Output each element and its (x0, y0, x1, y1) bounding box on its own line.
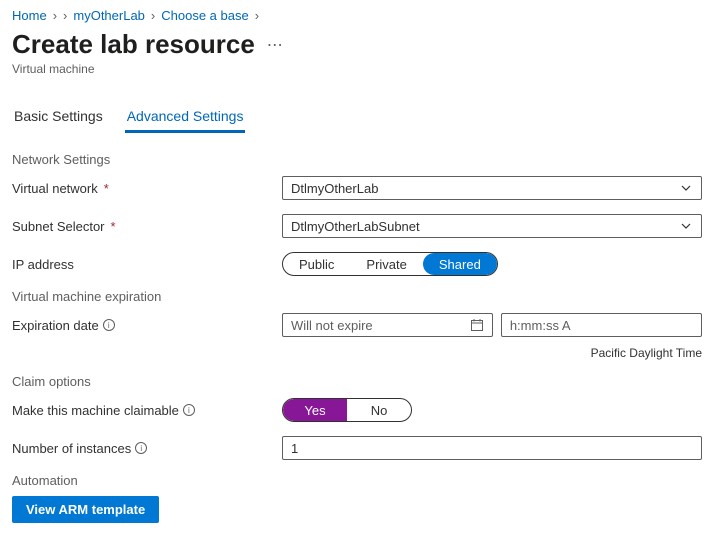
chevron-down-icon (679, 182, 693, 194)
subnet-selector-select[interactable]: DtlmyOtherLabSubnet (282, 214, 702, 238)
instances-label: Number of instances i (12, 441, 282, 456)
tab-advanced-settings[interactable]: Advanced Settings (125, 104, 246, 133)
expiration-date-select[interactable]: Will not expire (282, 313, 493, 337)
section-claim-options: Claim options (12, 374, 702, 389)
breadcrumb-home[interactable]: Home (12, 8, 47, 23)
claimable-no[interactable]: No (347, 399, 411, 421)
ip-address-toggle: Public Private Shared (282, 252, 498, 276)
chevron-right-icon: › (255, 8, 259, 23)
section-vm-expiration: Virtual machine expiration (12, 289, 702, 304)
claimable-yes[interactable]: Yes (283, 399, 347, 421)
ip-option-public[interactable]: Public (283, 253, 350, 275)
breadcrumb-lab[interactable]: myOtherLab (73, 8, 145, 23)
ip-option-private[interactable]: Private (350, 253, 422, 275)
page-title: Create lab resource (12, 29, 255, 60)
subnet-selector-label: Subnet Selector* (12, 219, 282, 234)
section-network-settings: Network Settings (12, 152, 702, 167)
timezone-note: Pacific Daylight Time (12, 346, 702, 360)
ip-option-shared[interactable]: Shared (423, 253, 497, 275)
chevron-right-icon: › (53, 8, 57, 23)
more-actions-icon[interactable]: ⋯ (267, 35, 283, 55)
chevron-right-icon: › (151, 8, 155, 23)
expiration-date-label: Expiration date i (12, 318, 282, 333)
virtual-network-value: DtlmyOtherLab (291, 181, 378, 196)
tabs: Basic Settings Advanced Settings (12, 104, 702, 134)
expiration-date-value: Will not expire (291, 318, 373, 333)
ip-address-label: IP address (12, 257, 282, 272)
chevron-right-icon: › (63, 8, 67, 23)
claimable-label: Make this machine claimable i (12, 403, 282, 418)
chevron-down-icon (679, 220, 693, 232)
expiration-time-input[interactable] (501, 313, 702, 337)
info-icon[interactable]: i (183, 404, 195, 416)
virtual-network-select[interactable]: DtlmyOtherLab (282, 176, 702, 200)
tab-basic-settings[interactable]: Basic Settings (12, 104, 105, 133)
expiration-time-field[interactable] (510, 318, 693, 333)
info-icon[interactable]: i (135, 442, 147, 454)
virtual-network-label: Virtual network* (12, 181, 282, 196)
subnet-selector-value: DtlmyOtherLabSubnet (291, 219, 420, 234)
breadcrumb-choose-base[interactable]: Choose a base (161, 8, 248, 23)
claimable-toggle: Yes No (282, 398, 412, 422)
instances-input[interactable] (291, 441, 693, 456)
breadcrumb: Home › › myOtherLab › Choose a base › (12, 8, 702, 23)
section-automation: Automation (12, 473, 702, 488)
page-subtitle: Virtual machine (12, 62, 702, 76)
instances-input-wrapper (282, 436, 702, 460)
view-arm-template-button[interactable]: View ARM template (12, 496, 159, 523)
calendar-icon (470, 318, 484, 332)
info-icon[interactable]: i (103, 319, 115, 331)
